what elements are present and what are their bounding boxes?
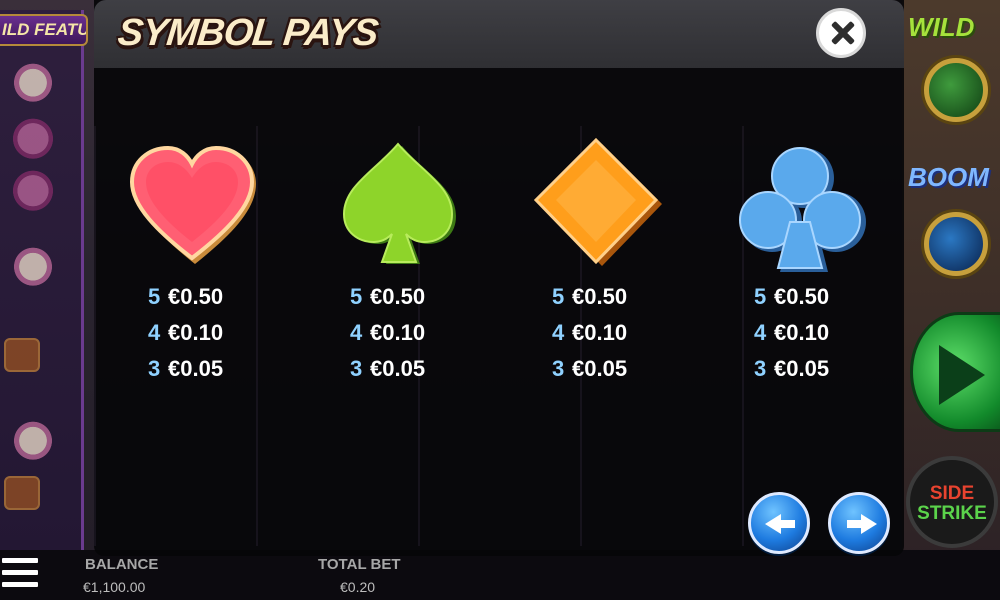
side-strike-label-2: STRIKE [917,503,987,524]
diamond-pay-3: 3 €0.05 [552,356,628,381]
boom-orb [924,212,988,276]
balance-label: BALANCE [85,556,159,573]
lock-symbol [4,476,40,510]
balance-value: €1,100.00 [83,579,146,595]
diamond-pay-4: 4 €0.10 [552,320,628,345]
total-bet-label: TOTAL BET [318,556,401,573]
wild-orb [924,58,988,122]
club-icon [739,147,866,272]
modal-title: SYMBOL PAYS [115,12,380,54]
heart-pay-4: 4 €0.10 [148,320,224,345]
club-pay-3: 3 €0.05 [754,356,830,381]
spade-pay-3: 3 €0.05 [350,356,426,381]
wild-feature-banner: ILD FEATURE [0,14,88,46]
heart-pay-3: 3 €0.05 [148,356,224,381]
close-icon[interactable] [816,8,866,58]
boom-badge: BOOM [908,162,989,192]
diamond-icon [534,138,662,266]
previous-page-button[interactable] [748,492,810,554]
spade-pay-5: 5 €0.50 [350,284,426,309]
heart-pay-5: 5 €0.50 [148,284,224,309]
diamond-pay-5: 5 €0.50 [552,284,628,309]
wild-badge: WILD [908,12,975,42]
skull-symbol [10,420,56,466]
symbol-pays-modal: SYMBOL PAYS 5 €0.50 4 €0.10 3 €0.05 5 €0.50 … [94,0,904,556]
menu-icon[interactable] [2,558,38,594]
club-pay-4: 4 €0.10 [754,320,830,345]
skull-symbol [10,118,56,164]
arrow-right-icon [861,514,877,534]
dimmed-reels [94,68,904,556]
side-strike-label-1: SIDE [929,483,975,504]
side-strike-button[interactable]: SIDE STRIKE [906,456,998,548]
next-page-button[interactable] [828,492,890,554]
spin-button[interactable] [910,312,1000,432]
skull-symbol [10,170,56,216]
arrow-left-icon [765,514,781,534]
spade-icon [342,142,456,264]
total-bet-value: €0.20 [340,579,376,595]
heart-icon [130,146,256,264]
play-icon [939,345,985,405]
skull-symbol [10,246,56,292]
lock-symbol [4,338,40,372]
feature-reel-strip [0,10,84,550]
spade-pay-4: 4 €0.10 [350,320,426,345]
skull-symbol [10,62,56,108]
club-pay-5: 5 €0.50 [754,284,830,309]
modal-header: SYMBOL PAYS [94,0,904,68]
right-feature-panel: WILD BOOM SIDE STRIKE [902,0,1000,600]
